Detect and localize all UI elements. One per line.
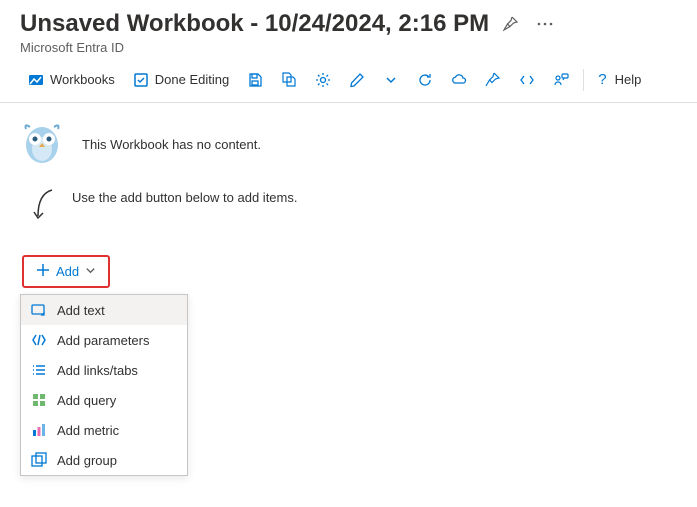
help-label: Help [615,72,642,87]
add-label: Add [56,264,79,279]
metric-icon [31,422,47,438]
add-button[interactable]: Add [22,255,110,288]
done-editing-label: Done Editing [155,72,229,87]
refresh-icon [417,72,433,88]
menu-label: Add text [57,303,105,318]
breadcrumb: Microsoft Entra ID [20,40,677,55]
menu-add-links[interactable]: Add links/tabs [21,355,187,385]
menu-add-text[interactable]: Add text [21,295,187,325]
pin-toolbar-icon [485,72,501,88]
workbooks-label: Workbooks [50,72,115,87]
arrow-down-icon [32,188,58,227]
page-title: Unsaved Workbook - 10/24/2024, 2:16 PM [20,10,489,38]
chevron-down-icon [383,72,399,88]
edit-dropdown[interactable] [375,68,407,92]
menu-add-query[interactable]: Add query [21,385,187,415]
person-feedback-icon [553,72,569,88]
code-icon [519,72,535,88]
text-icon [31,302,47,318]
menu-label: Add metric [57,423,119,438]
use-add-text: Use the add button below to add items. [72,188,297,205]
toolbar: Workbooks Done Editing [0,61,697,103]
save-as-button[interactable] [273,68,305,92]
save-as-icon [281,72,297,88]
toolbar-separator [583,69,584,91]
pencil-icon [349,72,365,88]
help-icon: ? [598,71,606,88]
code-button[interactable] [511,68,543,92]
gear-icon [315,72,331,88]
list-icon [31,362,47,378]
feedback-button[interactable] [545,68,577,92]
menu-label: Add query [57,393,116,408]
help-button[interactable]: ? Help [590,67,649,92]
share-button[interactable] [443,68,475,92]
parameters-icon [31,332,47,348]
menu-add-parameters[interactable]: Add parameters [21,325,187,355]
refresh-button[interactable] [409,68,441,92]
edit-button[interactable] [341,68,373,92]
menu-label: Add group [57,453,117,468]
owl-icon [20,121,64,168]
pin-button[interactable] [477,68,509,92]
group-icon [31,452,47,468]
menu-add-group[interactable]: Add group [21,445,187,475]
settings-button[interactable] [307,68,339,92]
plus-icon [36,263,50,280]
grid-icon [31,392,47,408]
menu-add-metric[interactable]: Add metric [21,415,187,445]
no-content-text: This Workbook has no content. [82,137,261,152]
more-icon[interactable] [533,18,557,30]
add-menu: Add text Add parameters Add links/tabs A… [20,294,188,476]
done-editing-icon [133,72,149,88]
done-editing-button[interactable]: Done Editing [125,68,237,92]
chevron-down-icon [85,264,96,279]
menu-label: Add links/tabs [57,363,138,378]
pin-icon[interactable] [499,12,523,36]
cloud-icon [451,72,467,88]
save-icon [247,72,263,88]
workbooks-button[interactable]: Workbooks [20,68,123,92]
save-button[interactable] [239,68,271,92]
menu-label: Add parameters [57,333,150,348]
workbooks-icon [28,72,44,88]
